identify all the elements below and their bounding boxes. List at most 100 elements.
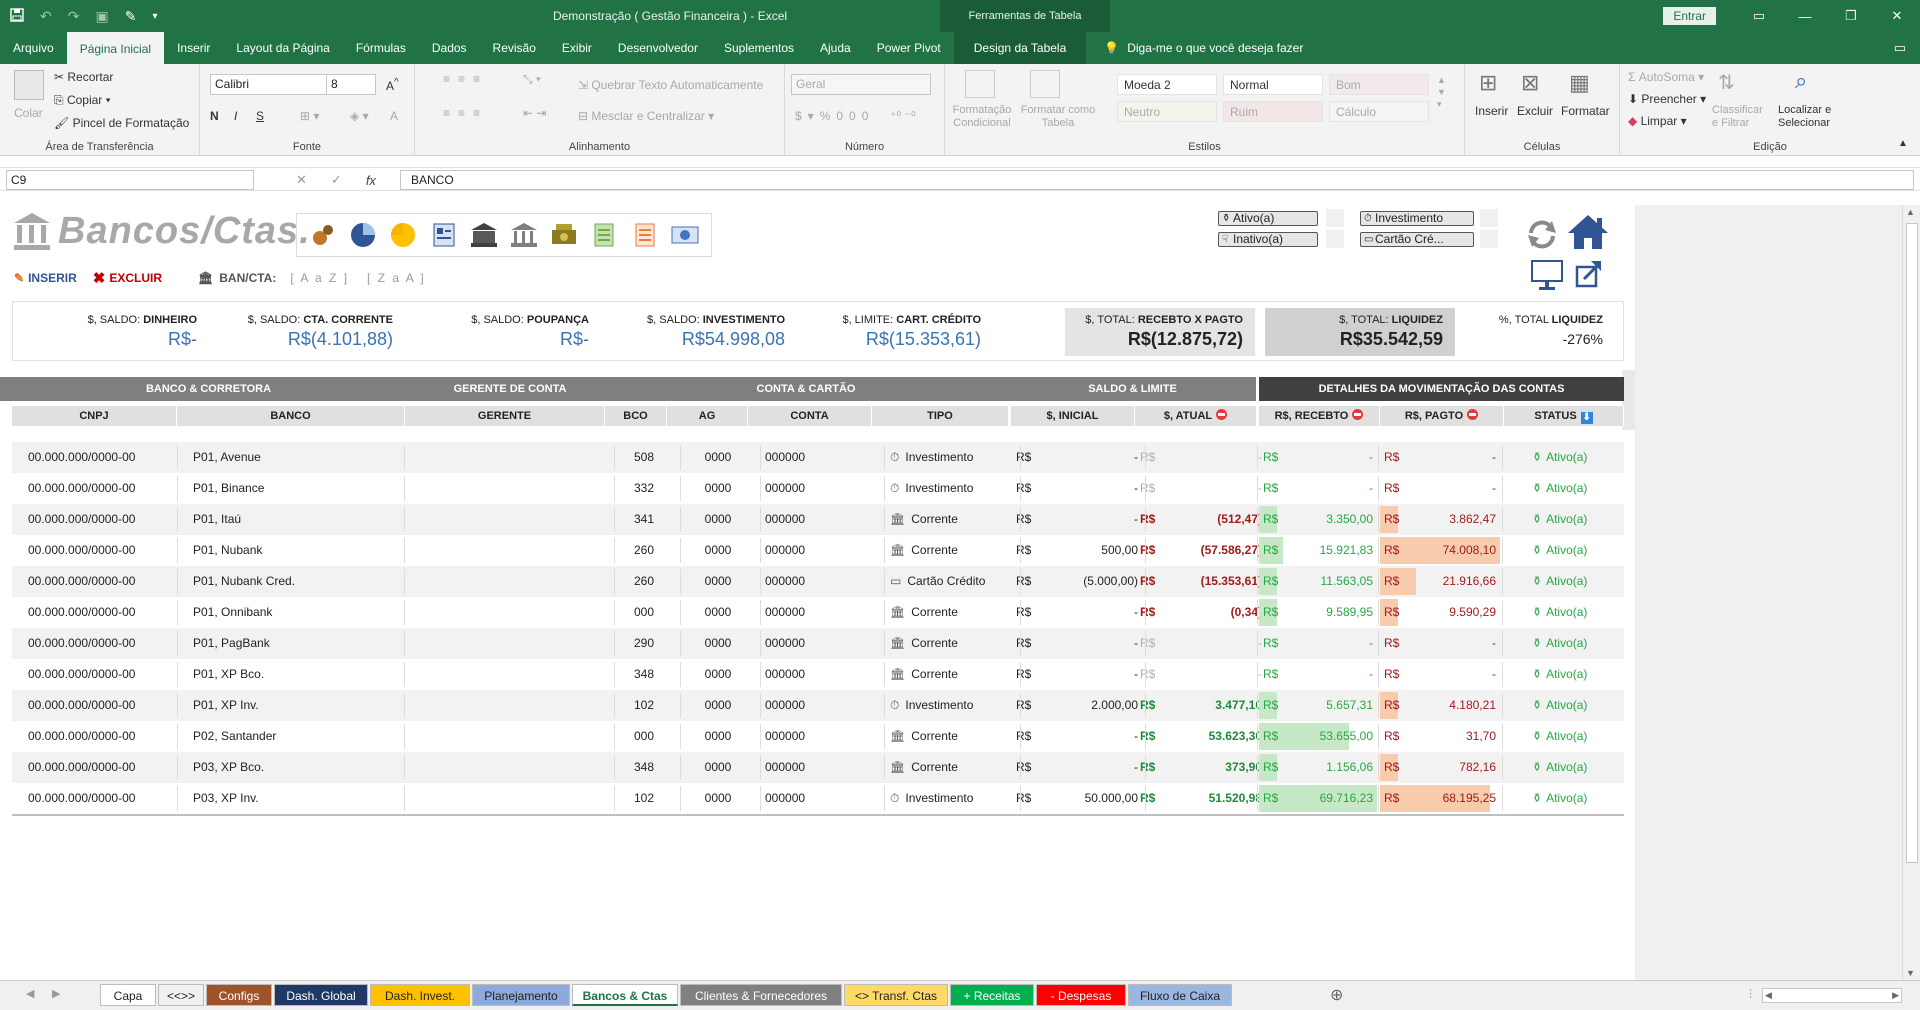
- cell-cnpj[interactable]: 00.000.000/0000-00: [28, 628, 178, 659]
- cell-cnpj[interactable]: 00.000.000/0000-00: [28, 442, 178, 473]
- cell-conta[interactable]: 000000: [765, 597, 835, 628]
- cell-banco[interactable]: P01, XP Inv.: [193, 690, 403, 721]
- hscroll-right-icon[interactable]: ▶: [1892, 990, 1899, 1001]
- cell-bco[interactable]: 341: [624, 504, 664, 535]
- cancel-icon[interactable]: ✕: [296, 172, 307, 188]
- hscroll-left-icon[interactable]: ◀: [1765, 990, 1772, 1001]
- sheet-tab[interactable]: Bancos & Ctas: [572, 984, 678, 1006]
- cell-recebto[interactable]: R$ 15.921,83: [1259, 535, 1377, 566]
- sheet-tab[interactable]: Dash. Invest.: [370, 984, 470, 1006]
- name-box[interactable]: C9: [6, 170, 254, 190]
- fx-icon[interactable]: fx: [366, 173, 376, 188]
- cell-atual[interactable]: 53.623,30: [1162, 721, 1262, 752]
- cell-tipo[interactable]: 🏛 Corrente: [890, 721, 1010, 752]
- gears-icon[interactable]: [308, 220, 338, 250]
- cell-status[interactable]: ⚱ Ativo(a): [1532, 504, 1622, 535]
- delete-cells-button[interactable]: Excluir: [1517, 104, 1553, 118]
- style-bom[interactable]: Bom: [1329, 74, 1429, 95]
- number-format-icons[interactable]: $▾%000: [795, 109, 874, 123]
- col-banco[interactable]: BANCO: [177, 406, 405, 426]
- cell-cnpj[interactable]: 00.000.000/0000-00: [28, 783, 178, 814]
- tab-layout[interactable]: Layout da Página: [223, 32, 342, 64]
- format-painter-button[interactable]: 🖌 Pincel de Formatação: [54, 116, 189, 130]
- cell-atual[interactable]: (0,34): [1162, 597, 1262, 628]
- col-ag[interactable]: AG: [667, 406, 748, 426]
- table-row[interactable]: 00.000.000/0000-00 P01, Onnibank 000 0000 00…: [12, 597, 1624, 628]
- enter-icon[interactable]: ✓: [331, 172, 342, 188]
- cell-ag[interactable]: 0000: [698, 597, 738, 628]
- paste-icon[interactable]: [14, 70, 44, 100]
- cell-tipo[interactable]: ▭ Cartão Crédito: [890, 566, 1010, 597]
- money-icon[interactable]: [549, 220, 579, 250]
- cell-status[interactable]: ⚱ Ativo(a): [1532, 690, 1622, 721]
- cell-pagto[interactable]: R$ 9.590,29: [1380, 597, 1500, 628]
- cash-flow-icon[interactable]: [670, 220, 700, 250]
- sheet-tab[interactable]: Fluxo de Caixa: [1128, 984, 1232, 1006]
- cell-conta[interactable]: 000000: [765, 628, 835, 659]
- tab-design-tabela[interactable]: Design da Tabela: [953, 32, 1087, 64]
- cell-cnpj[interactable]: 00.000.000/0000-00: [28, 473, 178, 504]
- number-format-select[interactable]: Geral: [791, 74, 931, 95]
- cell-recebto[interactable]: R$ -: [1259, 628, 1377, 659]
- style-calculo[interactable]: Cálculo: [1329, 101, 1429, 122]
- cell-bco[interactable]: 348: [624, 752, 664, 783]
- cell-pagto[interactable]: R$ 74.008,10: [1380, 535, 1500, 566]
- col-conta[interactable]: CONTA: [748, 406, 872, 426]
- cell-tipo[interactable]: ⏱ Investimento: [890, 783, 1010, 814]
- font-name-select[interactable]: Calibri: [210, 74, 328, 95]
- cell-banco[interactable]: P01, Nubank Cred.: [193, 566, 403, 597]
- cell-pagto[interactable]: R$ -: [1380, 442, 1500, 473]
- cell-banco[interactable]: P01, PagBank: [193, 628, 403, 659]
- format-table-button[interactable]: Formatar como Tabela: [1017, 104, 1099, 130]
- cell-bco[interactable]: 102: [624, 783, 664, 814]
- table-row[interactable]: 00.000.000/0000-00 P01, XP Bco. 348 0000 000…: [12, 659, 1624, 690]
- tab-dados[interactable]: Dados: [419, 32, 480, 64]
- ribbon-display-icon[interactable]: ▭: [1736, 8, 1782, 24]
- col-inicial[interactable]: $, INICIAL: [1011, 406, 1135, 426]
- tab-scroll-right-icon[interactable]: ▶: [52, 987, 60, 1000]
- tab-inserir[interactable]: Inserir: [164, 32, 223, 64]
- tell-me-box[interactable]: 💡 Diga-me o que você deseja fazer: [1104, 41, 1303, 55]
- sheet-tab[interactable]: Clientes & Fornecedores: [680, 984, 842, 1006]
- scroll-down-icon[interactable]: ▼: [1906, 968, 1915, 978]
- cell-ag[interactable]: 0000: [698, 783, 738, 814]
- cell-inicial[interactable]: -: [1042, 628, 1138, 659]
- merge-center-button[interactable]: ⊟ Mesclar e Centralizar ▾: [578, 109, 714, 123]
- cell-ag[interactable]: 0000: [698, 690, 738, 721]
- cell-banco[interactable]: P02, Santander: [193, 721, 403, 752]
- table-row[interactable]: 00.000.000/0000-00 P01, Itaú 341 0000 000000…: [12, 504, 1624, 535]
- cell-bco[interactable]: 508: [624, 442, 664, 473]
- cell-atual[interactable]: (57.586,27): [1162, 535, 1262, 566]
- cell-status[interactable]: ⚱ Ativo(a): [1532, 473, 1622, 504]
- cell-banco[interactable]: P03, XP Inv.: [193, 783, 403, 814]
- find-select-button[interactable]: Localizar e Selecionar: [1778, 104, 1844, 130]
- bank-building-icon[interactable]: [469, 220, 499, 250]
- italic-button[interactable]: I: [234, 109, 237, 123]
- horizontal-scrollbar[interactable]: ◀ ▶: [1762, 988, 1902, 1003]
- cell-bco[interactable]: 348: [624, 659, 664, 690]
- cell-cnpj[interactable]: 00.000.000/0000-00: [28, 721, 178, 752]
- bank-columns-icon[interactable]: [509, 220, 539, 250]
- cell-atual[interactable]: (512,47): [1162, 504, 1262, 535]
- cell-bco[interactable]: 000: [624, 721, 664, 752]
- format-cells-button[interactable]: Formatar: [1561, 104, 1610, 118]
- cell-cnpj[interactable]: 00.000.000/0000-00: [28, 659, 178, 690]
- autosum-button[interactable]: Σ AutoSoma ▾: [1628, 70, 1704, 84]
- cell-status[interactable]: ⚱ Ativo(a): [1532, 628, 1622, 659]
- sort-az-button[interactable]: [ A a Z ]: [290, 271, 349, 285]
- cell-inicial[interactable]: (5.000,00): [1042, 566, 1138, 597]
- cell-atual[interactable]: 3.477,10: [1162, 690, 1262, 721]
- cell-inicial[interactable]: -: [1042, 473, 1138, 504]
- cell-tipo[interactable]: ⏱ Investimento: [890, 690, 1010, 721]
- table-row[interactable]: 00.000.000/0000-00 P01, Avenue 508 0000 0000…: [12, 442, 1624, 473]
- sort-filter-button[interactable]: Classificar e Filtrar: [1712, 104, 1766, 130]
- monitor-icon[interactable]: [1530, 259, 1564, 291]
- cell-pagto[interactable]: R$ 3.862,47: [1380, 504, 1500, 535]
- cell-recebto[interactable]: R$ 9.589,95: [1259, 597, 1377, 628]
- cell-pagto[interactable]: R$ 68.195,25: [1380, 783, 1500, 814]
- delete-action-button[interactable]: ✖ EXCLUIR: [93, 269, 162, 287]
- cell-bco[interactable]: 000: [624, 597, 664, 628]
- cell-pagto[interactable]: R$ -: [1380, 628, 1500, 659]
- sheet-tab[interactable]: + Receitas: [950, 984, 1034, 1006]
- col-tipo[interactable]: TIPO: [872, 406, 1009, 426]
